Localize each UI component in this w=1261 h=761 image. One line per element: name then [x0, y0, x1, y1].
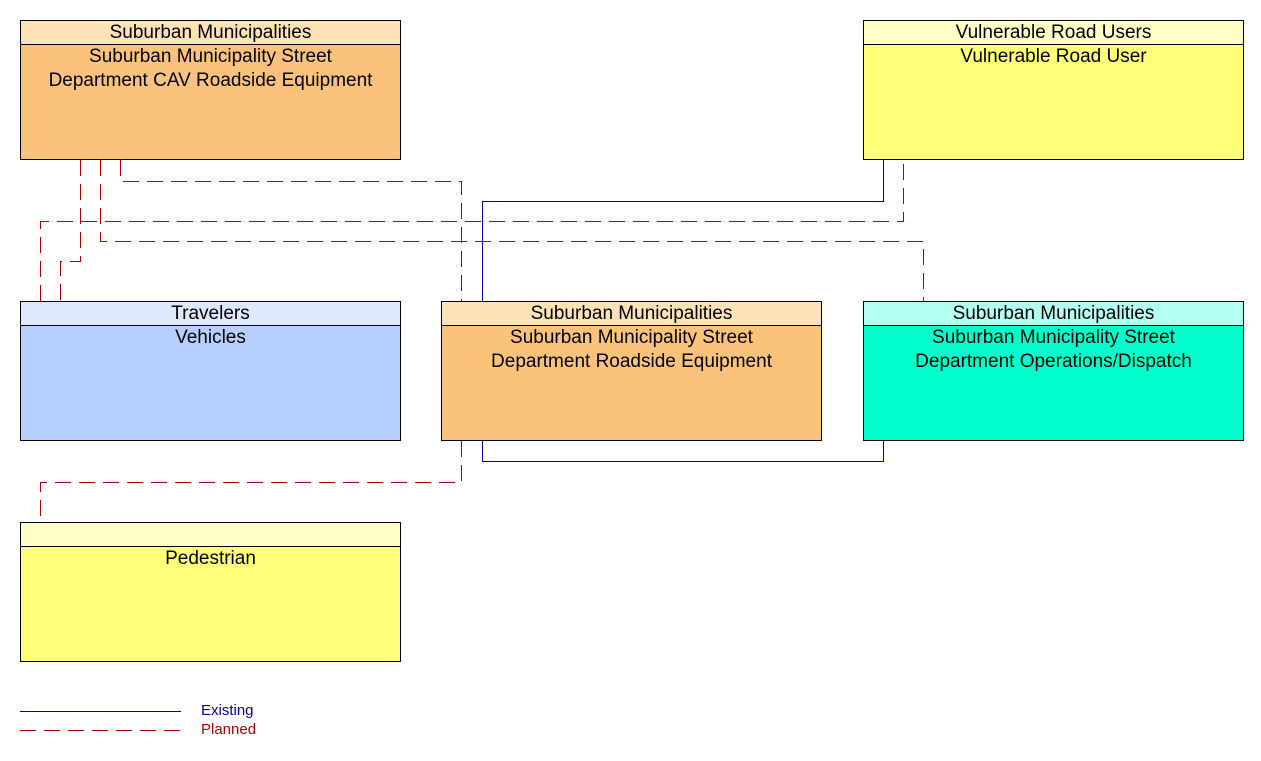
- node-vehicles[interactable]: Travelers Vehicles: [20, 301, 401, 441]
- node-name: Vulnerable Road User: [864, 45, 1243, 159]
- node-name: Vehicles: [21, 326, 400, 440]
- node-name-line: Department Operations/Dispatch: [915, 351, 1192, 372]
- node-group-label: Suburban Municipalities: [442, 302, 821, 326]
- node-name-line: Suburban Municipality Street: [932, 327, 1175, 348]
- node-roadside-equipment[interactable]: Suburban Municipalities Suburban Municip…: [441, 301, 822, 441]
- node-name: Suburban Municipality Street Department …: [864, 326, 1243, 440]
- node-name-line: Suburban Municipality Street: [89, 46, 332, 67]
- node-cav-roadside-equipment[interactable]: Suburban Municipalities Suburban Municip…: [20, 20, 401, 160]
- legend-planned-label: Planned: [201, 721, 257, 738]
- node-group-label: [21, 523, 400, 547]
- legend-existing-label: Existing: [201, 702, 254, 719]
- node-name-line: Pedestrian: [165, 548, 256, 569]
- flow-cav-rse-to-rse[interactable]: [120, 160, 462, 301]
- flow-cav-rse-to-vehicles[interactable]: [60, 160, 81, 301]
- node-pedestrian[interactable]: Pedestrian: [20, 522, 401, 662]
- node-name-line: Department Roadside Equipment: [491, 351, 772, 372]
- node-vulnerable-road-user[interactable]: Vulnerable Road Users Vulnerable Road Us…: [863, 20, 1244, 160]
- flow-rse-to-vru[interactable]: [482, 160, 884, 301]
- flow-rse-to-pedestrian[interactable]: [40, 441, 462, 522]
- flow-rse-to-ops[interactable]: [482, 441, 884, 462]
- node-name: Suburban Municipality Street Department …: [21, 45, 400, 159]
- node-name-line: Suburban Municipality Street: [510, 327, 753, 348]
- node-name-line: Department CAV Roadside Equipment: [48, 70, 373, 91]
- node-name: Suburban Municipality Street Department …: [442, 326, 821, 440]
- node-name: Pedestrian: [21, 547, 400, 661]
- node-name-line: Vehicles: [175, 327, 246, 348]
- flow-vehicles-to-vru[interactable]: [40, 160, 904, 301]
- node-group-label: Suburban Municipalities: [864, 302, 1243, 326]
- node-group-label: Suburban Municipalities: [21, 21, 400, 45]
- node-group-label: Vulnerable Road Users: [864, 21, 1243, 45]
- node-name-line: Vulnerable Road User: [960, 46, 1147, 67]
- node-operations-dispatch[interactable]: Suburban Municipalities Suburban Municip…: [863, 301, 1244, 441]
- node-group-label: Travelers: [21, 302, 400, 326]
